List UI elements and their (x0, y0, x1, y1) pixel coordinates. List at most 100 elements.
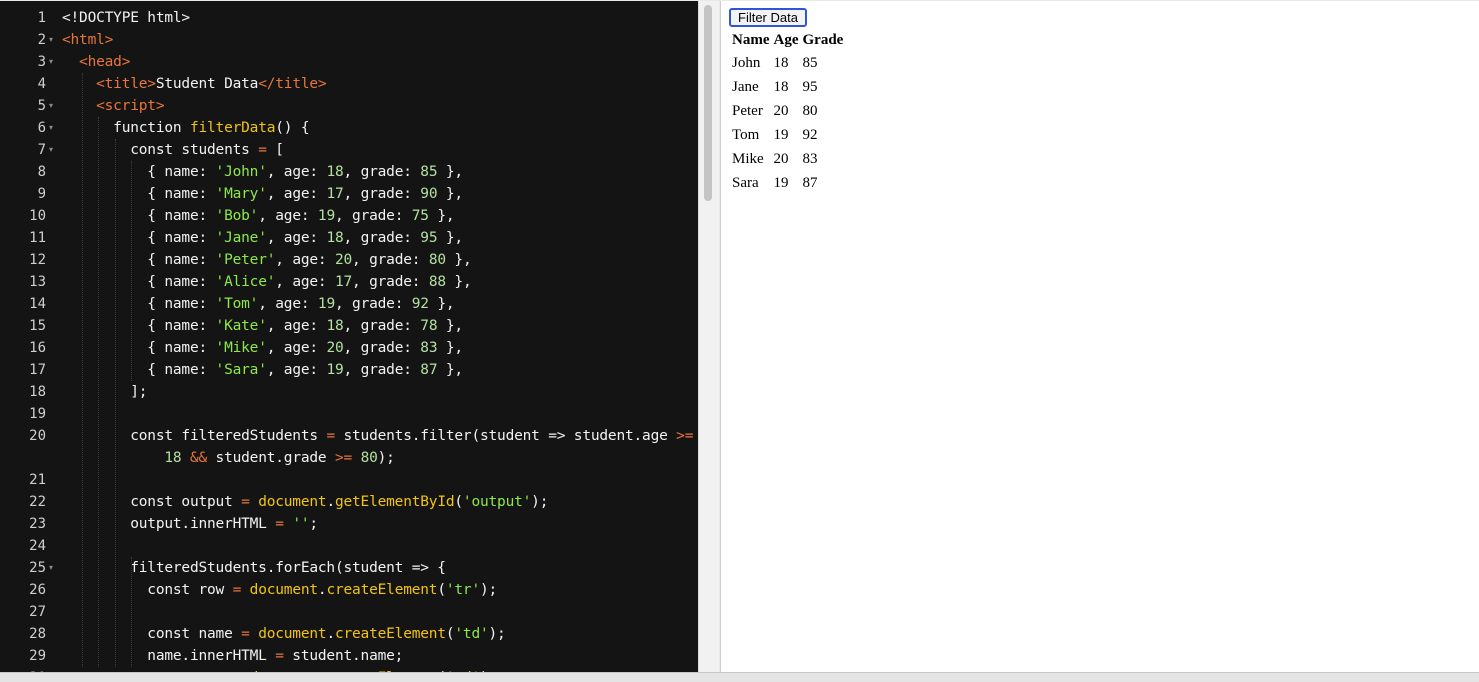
code-line[interactable]: const output = document.getElementById('… (62, 491, 548, 513)
code-token: , grade: (343, 318, 421, 334)
code-token: students.filter(student => student.age (334, 428, 677, 444)
code-line[interactable]: { name: 'Bob', age: 19, grade: 75 }, (62, 205, 454, 227)
code-token: const output (62, 494, 242, 510)
code-token: 'Mike' (215, 340, 267, 356)
code-token: >= (334, 450, 353, 466)
code-token: 'Bob' (215, 208, 259, 224)
code-line[interactable]: { name: 'Mary', age: 17, grade: 90 }, (62, 183, 463, 205)
code-line[interactable]: <!DOCTYPE html> (62, 7, 190, 29)
code-line[interactable]: ]; (62, 381, 147, 403)
line-number: 6 (37, 120, 46, 136)
cell-age: 18 (773, 78, 789, 95)
code-line[interactable]: filteredStudents.forEach(student => { (62, 557, 446, 579)
code-token: 'output' (462, 494, 532, 510)
code-line[interactable]: { name: 'Tom', age: 19, grade: 92 }, (62, 293, 454, 315)
code-token: 88 (428, 274, 446, 290)
code-token: , age: (266, 230, 327, 246)
code-line[interactable]: <script> (62, 95, 164, 117)
fold-toggle-icon[interactable]: ▾ (46, 139, 56, 161)
code-line[interactable]: const name = document.createElement('td'… (62, 623, 505, 645)
cell-name: Jane (732, 78, 759, 95)
cell-age: 20 (773, 150, 789, 167)
code-token: . (326, 494, 335, 510)
column-header-name: Name (732, 32, 770, 48)
filter-data-button[interactable]: Filter Data (729, 8, 807, 27)
line-number: 1 (37, 10, 46, 26)
code-token: name.innerHTML (62, 648, 276, 664)
code-token: { name: (62, 318, 216, 334)
code-token: , age: (266, 340, 327, 356)
code-token: <html> (62, 32, 114, 48)
line-number (0, 447, 46, 469)
code-token: , age: (266, 164, 327, 180)
code-token: document (249, 582, 318, 598)
code-token: }, (437, 230, 463, 246)
cell-grade: 87 (802, 174, 818, 191)
code-token: 20 (334, 252, 353, 268)
code-line[interactable]: <title>Student Data</title> (62, 73, 327, 95)
code-token: <script> (96, 98, 165, 114)
editor-scrollbar-thumb[interactable] (704, 5, 712, 201)
code-token: 'Alice' (215, 274, 276, 290)
code-line[interactable]: { name: 'Sara', age: 19, grade: 87 }, (62, 359, 463, 381)
code-token: 17 (334, 274, 353, 290)
line-number: 5 (37, 98, 46, 114)
code-token: ]; (62, 384, 148, 400)
code-token: , age: (266, 186, 327, 202)
code-line[interactable]: const students = [ (62, 139, 284, 161)
code-line[interactable]: { name: 'Mike', age: 20, grade: 83 }, (62, 337, 463, 359)
fold-toggle-icon[interactable]: ▾ (46, 29, 56, 51)
code-line[interactable]: { name: 'Peter', age: 20, grade: 80 }, (62, 249, 471, 271)
code-line[interactable]: <html> (62, 29, 113, 51)
cell-name: Mike (732, 150, 764, 167)
code-token: 80 (360, 450, 378, 466)
cell-age: 19 (773, 126, 789, 143)
fold-toggle-icon[interactable]: ▾ (46, 51, 56, 73)
student-table-body: John 18 85 Jane 18 95 Peter 20 80 Tom 19 92 Mike 20 83… (731, 52, 844, 194)
code-token: 18 (326, 164, 344, 180)
editor-scrollbar[interactable] (698, 1, 719, 672)
fold-toggle-icon[interactable]: ▾ (46, 557, 56, 579)
code-token: = (258, 142, 267, 158)
code-line[interactable]: const filteredStudents = students.filter… (62, 425, 693, 447)
code-editor[interactable]: 1 2 ▾ 3 ▾ 4 5 ▾ 6 ▾ 7 ▾ 8 9 10 11 12 13 14 15 16 17 18 19 20 21 22… (0, 1, 698, 672)
code-token: output.innerHTML (62, 516, 276, 532)
code-token: { name: (62, 252, 216, 268)
code-token: const name (62, 626, 242, 642)
cell-age: 20 (773, 102, 789, 119)
code-token: >= (676, 428, 694, 444)
code-line[interactable]: const row = document.createElement('tr')… (62, 579, 497, 601)
code-line[interactable]: 18 && student.grade >= 80); (62, 447, 395, 469)
code-token: </title> (258, 76, 327, 92)
code-line[interactable]: function filterData() { (62, 117, 309, 139)
cell-grade: 85 (802, 54, 818, 71)
fold-toggle-icon[interactable]: ▾ (46, 95, 56, 117)
code-token: [ (266, 142, 284, 158)
code-token: () { (275, 120, 310, 136)
cell-name: Peter (732, 102, 763, 119)
code-token: }, (437, 164, 463, 180)
code-line[interactable]: { name: 'Alice', age: 17, grade: 88 }, (62, 271, 471, 293)
table-row: Tom 19 92 (731, 124, 844, 146)
fold-toggle-icon[interactable]: ▾ (46, 117, 56, 139)
code-line[interactable]: { name: 'Jane', age: 18, grade: 95 }, (62, 227, 463, 249)
code-token: , grade: (352, 274, 429, 290)
indent-guide (82, 73, 83, 667)
code-token: 20 (326, 340, 344, 356)
line-number: 17 (29, 362, 46, 378)
code-token: 'Jane' (215, 230, 267, 246)
code-line[interactable]: <head> (62, 51, 130, 73)
code-line[interactable]: { name: 'John', age: 18, grade: 85 }, (62, 161, 463, 183)
code-token: 75 (411, 208, 429, 224)
code-token: , grade: (334, 296, 412, 312)
code-token: 'td' (454, 626, 489, 642)
cell-grade: 92 (802, 126, 818, 143)
code-line[interactable]: { name: 'Kate', age: 18, grade: 78 }, (62, 315, 463, 337)
code-line[interactable]: name.innerHTML = student.name; (62, 645, 403, 667)
line-number-gutter: 1 2 ▾ 3 ▾ 4 5 ▾ 6 ▾ 7 ▾ 8 9 10 11 12 13 14 15 16 17 18 19 20 21 22… (0, 1, 60, 672)
code-line[interactable]: output.innerHTML = ''; (62, 513, 318, 535)
cell-name: John (732, 54, 761, 71)
